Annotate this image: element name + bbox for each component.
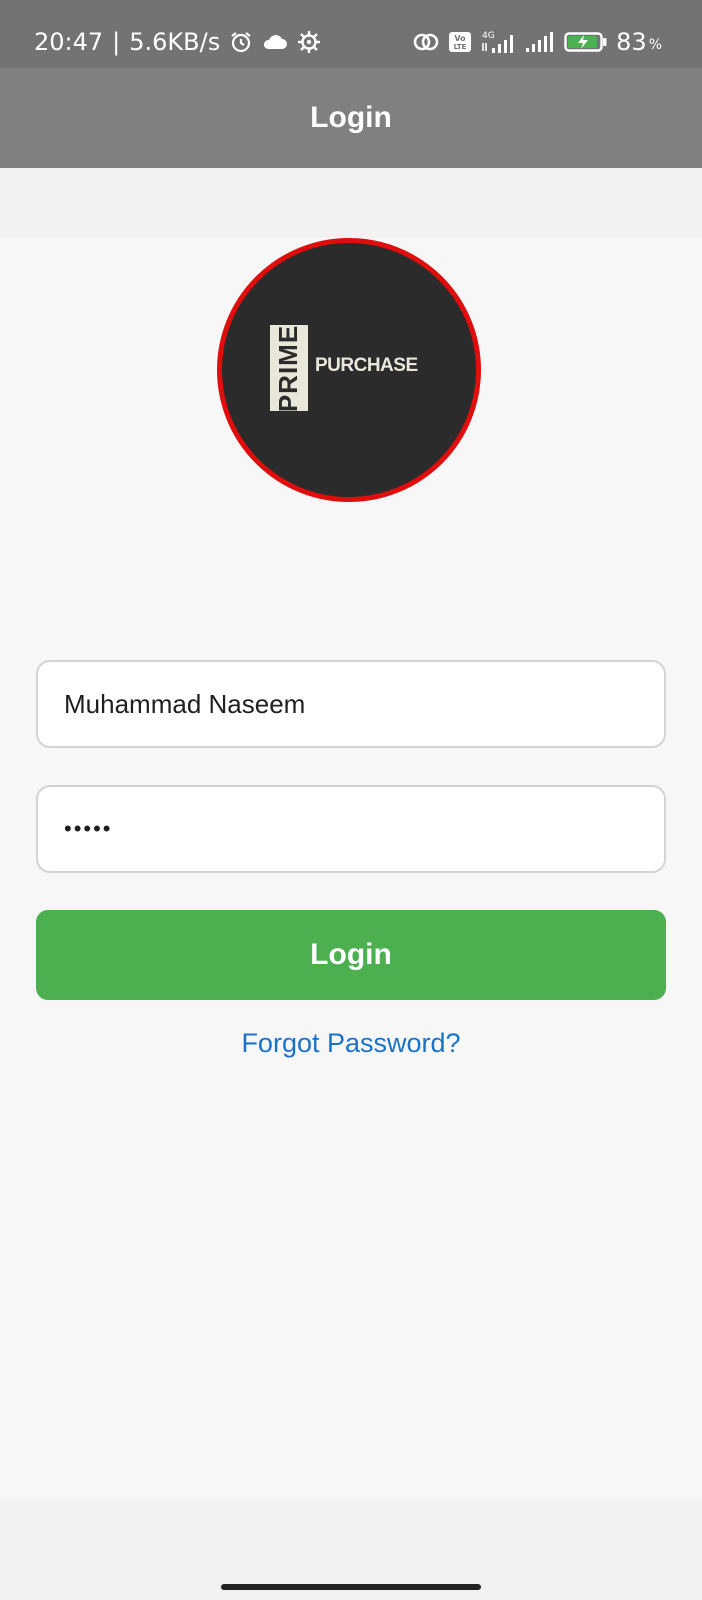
password-field[interactable]: •••••	[36, 785, 666, 873]
login-content: PRIME PURCHASE Muhammad Naseem ••••• Log…	[0, 238, 702, 1500]
app-bar: Login	[0, 68, 702, 168]
status-separator: |	[112, 28, 121, 56]
svg-text:LTE: LTE	[454, 43, 467, 51]
username-field[interactable]: Muhammad Naseem	[36, 660, 666, 748]
network-label: 4G	[482, 31, 495, 41]
volte-icon: Vo LTE	[448, 30, 472, 54]
network-speed: 5.6KB/s	[129, 28, 221, 56]
page-title: Login	[310, 101, 392, 134]
battery-percent: 83	[616, 28, 647, 56]
forgot-password-link[interactable]: Forgot Password?	[0, 1028, 702, 1059]
gesture-nav-bar[interactable]	[221, 1584, 481, 1590]
settings-icon	[297, 30, 321, 54]
cloud-icon	[262, 32, 288, 52]
status-bar: 20:47 | 5.6KB/s Vo LTE 4G 83 %	[0, 0, 702, 68]
battery-charging-icon	[564, 31, 608, 53]
battery-percent-unit: %	[648, 37, 662, 53]
hotspot-icon	[412, 31, 440, 53]
logo-purchase-text: PURCHASE	[315, 355, 418, 376]
brand-logo: PRIME PURCHASE	[217, 238, 481, 502]
signal-4g-icon: 4G	[480, 28, 516, 56]
alarm-icon	[229, 30, 253, 54]
status-time: 20:47	[34, 28, 104, 56]
login-button[interactable]: Login	[36, 910, 666, 1000]
logo-prime-text: PRIME	[273, 324, 304, 412]
password-value: •••••	[64, 816, 113, 841]
login-button-label: Login	[310, 938, 392, 971]
signal-icon	[524, 30, 556, 54]
svg-text:Vo: Vo	[455, 34, 467, 43]
username-value: Muhammad Naseem	[64, 688, 306, 719]
logo-prime-block: PRIME	[270, 324, 308, 412]
